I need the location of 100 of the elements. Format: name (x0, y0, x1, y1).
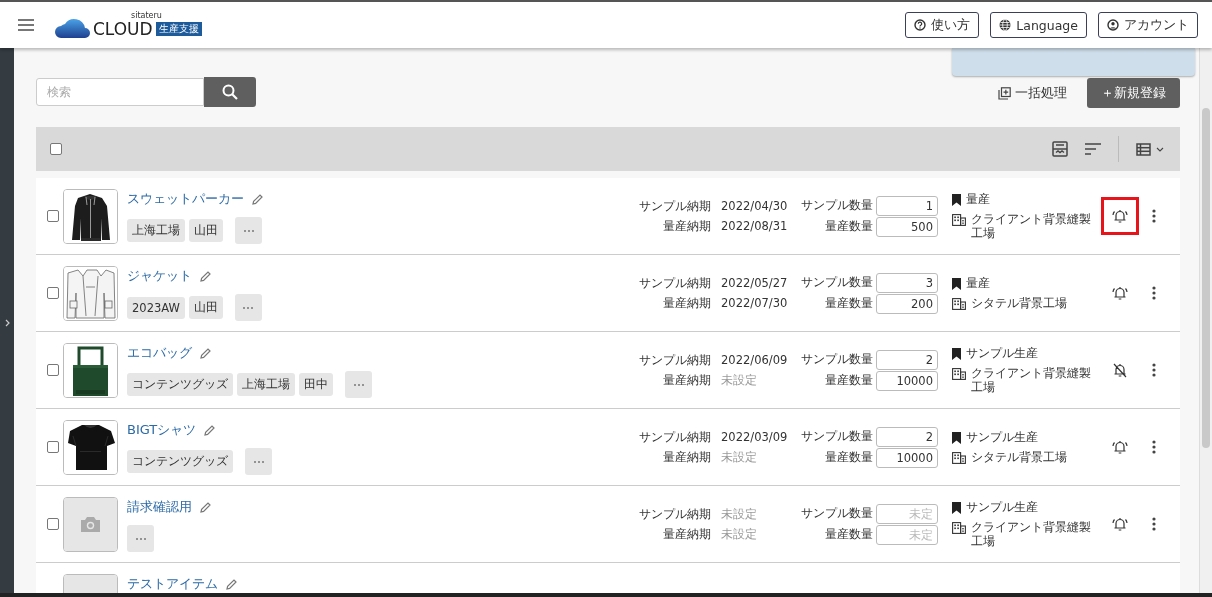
field-label: 量産納期 (662, 218, 711, 234)
due-date: 未設定 (721, 506, 758, 522)
item-name-link[interactable]: テストアイテム (127, 575, 218, 593)
language-button[interactable]: Language (990, 12, 1087, 38)
quantity-field[interactable]: 未定 (876, 503, 938, 524)
layout-icon[interactable] (1052, 141, 1068, 157)
pencil-icon[interactable] (226, 578, 237, 590)
bulk-action-button[interactable]: 一括処理 (998, 84, 1067, 102)
search-icon (222, 83, 238, 100)
tag: 上海工場 (127, 219, 185, 242)
factory-name: クライアント背景縫製工場 (971, 366, 1092, 394)
bookmark-icon (952, 348, 961, 360)
more-options-icon[interactable] (1152, 440, 1156, 454)
field-label: サンプル納期 (639, 198, 711, 214)
quantity-field[interactable]: 2 (876, 349, 938, 370)
quantity-field[interactable]: 2 (876, 426, 938, 447)
tag: 田中 (299, 373, 333, 396)
bell-ringing-icon (1112, 516, 1128, 532)
field-label: サンプル納期 (639, 275, 711, 291)
due-date: 2022/03/09 (721, 429, 789, 445)
more-options-icon[interactable] (1152, 363, 1156, 377)
field-label: サンプル数量 (800, 275, 873, 290)
quantity-field[interactable]: 500 (876, 216, 938, 237)
due-date: 2022/04/30 (721, 198, 789, 214)
field-label: 量産数量 (824, 219, 873, 234)
item-name-link[interactable]: ジャケット (127, 267, 192, 285)
field-label: 量産納期 (662, 526, 711, 542)
search-field[interactable]: 検索 (36, 77, 204, 106)
add-copy-icon (998, 86, 1011, 100)
more-options-icon[interactable] (1152, 286, 1156, 300)
field-label: 量産数量 (824, 527, 873, 542)
help-button[interactable]: 使い方 (905, 12, 980, 38)
item-name-link[interactable]: エコバッグ (127, 344, 192, 362)
more-icon (353, 383, 364, 386)
row-checkbox[interactable] (47, 364, 59, 376)
due-date: 未設定 (721, 449, 758, 465)
more-options-icon[interactable] (1152, 209, 1156, 223)
sort-icon[interactable] (1085, 143, 1101, 155)
due-date: 2022/06/09 (721, 352, 789, 368)
menu-icon[interactable] (18, 19, 34, 31)
item-name-link[interactable]: 請求確認用 (127, 498, 192, 516)
scrollbar[interactable] (1199, 48, 1212, 593)
quantity-field[interactable]: 10000 (876, 370, 938, 391)
field-label: サンプル納期 (639, 506, 711, 522)
building-icon (952, 298, 966, 310)
globe-icon (999, 19, 1012, 31)
camera-icon (81, 516, 100, 532)
row-checkbox[interactable] (47, 210, 59, 222)
pencil-icon[interactable] (204, 424, 216, 436)
category-text: サンプル生産 (966, 430, 1038, 445)
row-checkbox[interactable] (47, 518, 59, 530)
pencil-icon[interactable] (200, 270, 211, 282)
category-text: サンプル生産 (966, 500, 1038, 515)
more-icon (253, 460, 264, 463)
search-button[interactable] (204, 76, 256, 107)
row-checkbox[interactable] (47, 287, 59, 299)
view-selector[interactable] (1136, 142, 1164, 156)
logo-badge: 生産支援 (155, 22, 202, 36)
select-all-checkbox[interactable] (50, 143, 62, 155)
factory-name: シタテル背景工場 (971, 450, 1067, 464)
pencil-icon[interactable] (200, 501, 211, 513)
pencil-icon[interactable] (252, 193, 263, 205)
quantity-field[interactable]: 10000 (876, 447, 938, 468)
factory-name: シタテル背景工場 (971, 296, 1067, 310)
chevron-right-icon[interactable] (4, 318, 10, 327)
logo-text: CLOUD (93, 20, 153, 38)
field-label: サンプル納期 (639, 352, 711, 368)
field-label: サンプル納期 (639, 429, 711, 445)
due-date: 2022/05/27 (721, 275, 789, 291)
item-name-link[interactable]: BIGTシャツ (127, 421, 197, 439)
field-label: 量産納期 (662, 449, 711, 465)
list-view-icon (1136, 142, 1151, 156)
account-button[interactable]: アカウント (1098, 12, 1198, 38)
field-label: 量産数量 (824, 296, 873, 311)
logo-subtitle: sitateru (131, 12, 163, 20)
category-text: 量産 (966, 192, 990, 207)
due-date: 未設定 (721, 526, 758, 542)
more-icon (135, 537, 146, 540)
field-label: 量産数量 (824, 373, 873, 388)
notification-bell-button[interactable] (1101, 197, 1139, 235)
tag: 山田 (189, 219, 223, 242)
field-label: 量産納期 (662, 295, 711, 311)
caret-icon (1156, 146, 1164, 152)
item-name-link[interactable]: スウェットパーカー (127, 190, 244, 208)
building-icon (952, 214, 966, 226)
due-date: 2022/08/31 (721, 218, 789, 234)
new-entry-button[interactable]: ＋新規登録 (1087, 78, 1180, 108)
field-label: サンプル数量 (800, 352, 873, 367)
quantity-field[interactable]: 未定 (876, 524, 938, 545)
tag: 上海工場 (237, 373, 295, 396)
pencil-icon[interactable] (200, 347, 211, 359)
quantity-field[interactable]: 200 (876, 293, 938, 314)
factory-name: クライアント背景縫製工場 (971, 520, 1092, 548)
quantity-field[interactable]: 1 (876, 195, 938, 216)
row-checkbox[interactable] (47, 441, 59, 453)
account-icon (1107, 19, 1119, 31)
bookmark-icon (952, 278, 961, 290)
quantity-field[interactable]: 3 (876, 272, 938, 293)
category-text: 量産 (966, 276, 990, 291)
more-options-icon[interactable] (1152, 517, 1156, 531)
